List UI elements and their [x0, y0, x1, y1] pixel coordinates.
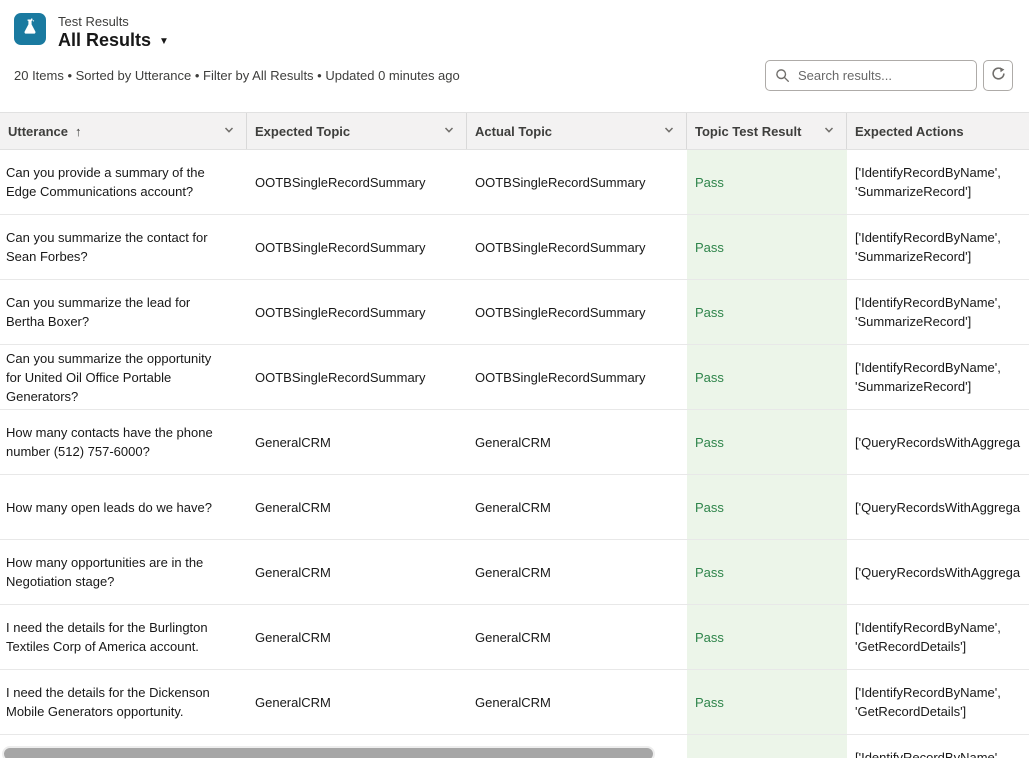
expected-actions-cell: ['IdentifyRecordByName', 'SummarizeRecor…: [847, 215, 1029, 279]
caret-down-icon: ▼: [159, 37, 169, 47]
table-header-row: Utterance ↑ Expected Topic Actual Topic: [0, 112, 1029, 150]
topic-test-result-cell: Pass: [687, 670, 847, 734]
search-box: [765, 60, 977, 91]
topic-test-result-cell: Pass: [687, 150, 847, 214]
topic-test-result-cell: Pass: [687, 475, 847, 539]
actual-topic-cell: GeneralCRM: [467, 475, 687, 539]
column-label: Expected Topic: [255, 124, 350, 139]
list-view-selector[interactable]: All Results ▼: [58, 30, 169, 51]
table-row[interactable]: How many open leads do we have? GeneralC…: [0, 475, 1029, 540]
column-label: Utterance: [8, 124, 68, 139]
expected-actions-cell: ['QueryRecordsWithAggrega: [847, 410, 1029, 474]
table-row[interactable]: I need the details for the Dickenson Mob…: [0, 670, 1029, 735]
list-controls: [765, 60, 1013, 91]
expected-actions-cell: ['IdentifyRecordByName', 'SummarizeRecor…: [847, 280, 1029, 344]
list-meta-bar: 20 Items • Sorted by Utterance • Filter …: [0, 55, 1029, 95]
sort-ascending-icon: ↑: [75, 124, 82, 139]
expected-topic-cell: OOTBSingleRecordSummary: [247, 215, 467, 279]
expected-topic-cell: GeneralCRM: [247, 605, 467, 669]
search-icon: [775, 68, 790, 88]
list-summary-text: 20 Items • Sorted by Utterance • Filter …: [14, 68, 460, 83]
utterance-cell: How many contacts have the phone number …: [0, 410, 247, 474]
chevron-down-icon[interactable]: [662, 123, 676, 140]
actual-topic-cell: GeneralCRM: [467, 605, 687, 669]
results-table: Utterance ↑ Expected Topic Actual Topic: [0, 112, 1029, 758]
test-results-page: Test Results All Results ▼ 20 Items • So…: [0, 0, 1029, 758]
utterance-cell: Can you summarize the opportunity for Un…: [0, 345, 247, 409]
column-header-expected-topic[interactable]: Expected Topic: [247, 113, 467, 149]
expected-topic-cell: GeneralCRM: [247, 540, 467, 604]
title-block: Test Results All Results ▼: [58, 13, 169, 51]
table-row[interactable]: Can you summarize the opportunity for Un…: [0, 345, 1029, 410]
topic-test-result-cell: Pass: [687, 280, 847, 344]
topic-test-result-cell: Pass: [687, 605, 847, 669]
page-type-label: Test Results: [58, 13, 169, 30]
column-header-topic-test-result[interactable]: Topic Test Result: [687, 113, 847, 149]
actual-topic-cell: OOTBSingleRecordSummary: [467, 150, 687, 214]
expected-topic-cell: OOTBSingleRecordSummary: [247, 345, 467, 409]
actual-topic-cell: OOTBSingleRecordSummary: [467, 280, 687, 344]
actual-topic-cell: OOTBSingleRecordSummary: [467, 345, 687, 409]
actual-topic-cell: GeneralCRM: [467, 410, 687, 474]
expected-actions-cell: ['IdentifyRecordByName': [847, 735, 1029, 758]
chevron-down-icon[interactable]: [442, 123, 456, 140]
column-label: Topic Test Result: [695, 124, 801, 139]
topic-test-result-cell: Pass: [687, 215, 847, 279]
chevron-down-icon[interactable]: [822, 123, 836, 140]
expected-topic-cell: OOTBSingleRecordSummary: [247, 150, 467, 214]
page-header: Test Results All Results ▼: [0, 0, 1029, 55]
expected-actions-cell: ['IdentifyRecordByName', 'SummarizeRecor…: [847, 345, 1029, 409]
table-body: Can you provide a summary of the Edge Co…: [0, 150, 1029, 758]
search-input[interactable]: [765, 60, 977, 91]
topic-test-result-cell: Pass: [687, 345, 847, 409]
table-row[interactable]: Can you summarize the contact for Sean F…: [0, 215, 1029, 280]
utterance-cell: How many opportunities are in the Negoti…: [0, 540, 247, 604]
table-row[interactable]: I need the details for the Burlington Te…: [0, 605, 1029, 670]
utterance-cell: How many open leads do we have?: [0, 475, 247, 539]
chevron-down-icon[interactable]: [222, 123, 236, 140]
horizontal-scrollbar-thumb[interactable]: [2, 746, 655, 758]
utterance-cell: I need the details for the Burlington Te…: [0, 605, 247, 669]
utterance-cell: Can you summarize the lead for Bertha Bo…: [0, 280, 247, 344]
table-row[interactable]: How many opportunities are in the Negoti…: [0, 540, 1029, 605]
actual-topic-cell: OOTBSingleRecordSummary: [467, 215, 687, 279]
expected-topic-cell: GeneralCRM: [247, 410, 467, 474]
test-results-entity-icon: [14, 13, 46, 45]
expected-actions-cell: ['IdentifyRecordByName', 'GetRecordDetai…: [847, 670, 1029, 734]
actual-topic-cell: GeneralCRM: [467, 540, 687, 604]
list-view-name: All Results: [58, 30, 151, 51]
topic-test-result-cell: Pass: [687, 540, 847, 604]
table-row[interactable]: How many contacts have the phone number …: [0, 410, 1029, 475]
expected-topic-cell: GeneralCRM: [247, 670, 467, 734]
refresh-button[interactable]: [983, 60, 1013, 91]
expected-actions-cell: ['QueryRecordsWithAggrega: [847, 475, 1029, 539]
expected-topic-cell: GeneralCRM: [247, 475, 467, 539]
table-row[interactable]: Can you provide a summary of the Edge Co…: [0, 150, 1029, 215]
column-label: Expected Actions: [855, 124, 964, 139]
topic-test-result-cell: Pass: [687, 410, 847, 474]
utterance-cell: Can you summarize the contact for Sean F…: [0, 215, 247, 279]
utterance-cell: I need the details for the Dickenson Mob…: [0, 670, 247, 734]
table-row[interactable]: Can you summarize the lead for Bertha Bo…: [0, 280, 1029, 345]
column-header-utterance[interactable]: Utterance ↑: [0, 113, 247, 149]
flask-icon: [20, 17, 40, 42]
column-label: Actual Topic: [475, 124, 552, 139]
column-header-expected-actions[interactable]: Expected Actions: [847, 113, 1029, 149]
actual-topic-cell: GeneralCRM: [467, 670, 687, 734]
expected-actions-cell: ['QueryRecordsWithAggrega: [847, 540, 1029, 604]
topic-test-result-cell: Pass: [687, 735, 847, 758]
column-header-actual-topic[interactable]: Actual Topic: [467, 113, 687, 149]
expected-actions-cell: ['IdentifyRecordByName', 'GetRecordDetai…: [847, 605, 1029, 669]
refresh-icon: [991, 66, 1006, 84]
expected-topic-cell: OOTBSingleRecordSummary: [247, 280, 467, 344]
utterance-cell: Can you provide a summary of the Edge Co…: [0, 150, 247, 214]
expected-actions-cell: ['IdentifyRecordByName', 'SummarizeRecor…: [847, 150, 1029, 214]
